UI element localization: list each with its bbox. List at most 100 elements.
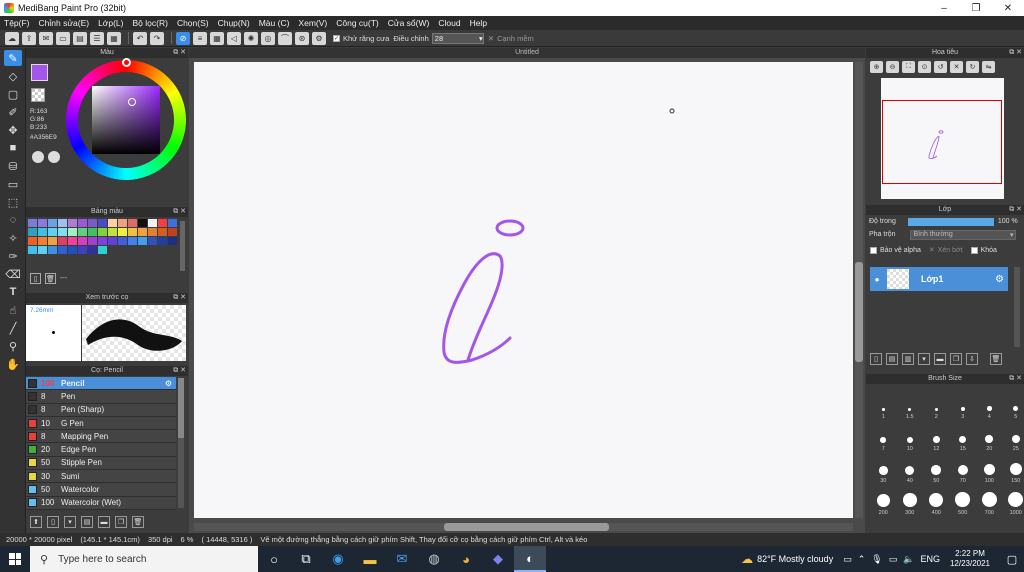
add-layer-menu-icon[interactable]: ▾ [918,353,930,365]
clipping-toggle[interactable]: ✕ Xén bớt [929,246,963,255]
flip-icon[interactable]: ⇋ [982,61,995,73]
rotate-left-icon[interactable]: ↺ [934,61,947,73]
merge-layer-icon[interactable]: ⇩ [966,353,978,365]
palette-swatch[interactable] [38,246,47,254]
layer-row[interactable]: ● Lớp1 ⚙ [870,267,1008,291]
navigator-preview[interactable] [881,78,1004,199]
eraser-tool-icon[interactable]: ◇ [4,68,22,84]
color-history-icon[interactable] [48,151,60,163]
brush-row[interactable]: 100 Watercolor (Wet) [26,496,176,510]
brush-size-option[interactable]: 2 [923,388,950,420]
camera-icon[interactable]: ◍ [418,546,450,572]
gear-icon[interactable]: ⚙ [995,274,1004,285]
antialias-toggle[interactable]: ✓ Khử răng cưa [333,34,389,43]
minimize-button[interactable]: – [928,0,960,16]
delete-palette-icon[interactable]: 🗑 [45,273,56,284]
palette-swatch[interactable] [138,228,147,236]
chrome-icon[interactable]: ◕ [450,546,482,572]
gradient-tool-icon[interactable]: ▭ [4,176,22,192]
brush-row[interactable]: 50 Watercolor [26,483,176,497]
palette-swatch[interactable] [28,219,37,227]
redo-icon[interactable]: ↷ [150,31,164,45]
menu-edit[interactable]: Chỉnh sửa(E) [39,18,90,28]
snap-cross-icon[interactable]: ▦ [210,31,224,45]
file-explorer-icon[interactable]: ▬ [354,546,386,572]
viewport-frame[interactable] [882,100,1002,184]
palette-swatch[interactable] [38,237,47,245]
brush-row[interactable]: 8 Mapping Pen [26,430,176,444]
teams-icon[interactable]: ◆ [482,546,514,572]
new-halftone-layer-icon[interactable]: ▤ [886,353,898,365]
brush-size-option[interactable]: 1 [870,388,897,420]
brush-size-option[interactable]: 20 [976,420,1003,452]
hue-marker[interactable] [122,58,131,67]
menu-filter[interactable]: Bộ lọc(R) [133,18,168,28]
new-layer-icon[interactable]: ▯ [870,353,882,365]
menu-layer[interactable]: Lớp(L) [98,18,123,28]
brush-size-option[interactable]: 100 [976,452,1003,484]
eyedropper-icon[interactable]: ⚲ [4,338,22,354]
text-tool-icon[interactable]: T [4,284,22,300]
scroll-thumb[interactable] [855,262,863,362]
primary-color-swatch[interactable] [31,64,48,81]
palette-swatch[interactable] [88,219,97,227]
mail-icon[interactable]: ✉ [386,546,418,572]
notification-icon[interactable]: ▢ [1000,553,1024,566]
palette-swatch[interactable] [38,228,47,236]
fit-icon[interactable]: ⛶ [902,61,915,73]
palette-swatch[interactable] [108,228,117,236]
taskbar-search[interactable]: ⚲ Type here to search [30,546,258,572]
actual-size-icon[interactable]: ⊙ [918,61,931,73]
menu-cloud[interactable]: Cloud [438,18,460,28]
magic-wand-icon[interactable]: ✧ [4,230,22,246]
saturation-value-square[interactable] [92,86,160,154]
palette-swatch[interactable] [38,219,47,227]
palette-swatch[interactable] [138,237,147,245]
brush-size-option[interactable]: 150 [1003,452,1024,484]
snap-off-icon[interactable]: ⊘ [176,31,190,45]
protect-alpha-toggle[interactable]: Bảo vệ alpha [870,246,921,254]
comment-icon[interactable]: ✉ [39,31,53,45]
brush-size-option[interactable]: 4 [976,388,1003,420]
brush-size-option[interactable]: 12 [923,420,950,452]
panel-controls[interactable]: ⧉ ✕ [1009,48,1022,58]
delete-brush-icon[interactable]: 🗑 [132,516,144,528]
soften-toggle[interactable]: ✕ Cạnh mềm [488,34,534,43]
dot-tool-icon[interactable]: ✐ [4,104,22,120]
select-eraser-icon[interactable]: ⌫ [4,266,22,282]
palette-swatch[interactable] [58,219,67,227]
brush-row[interactable]: 100 Pencil ⚙ [26,377,176,391]
palette-swatch[interactable] [128,237,137,245]
chat-icon[interactable]: ▭ [56,31,70,45]
brush-row[interactable]: 20 Edge Pen [26,443,176,457]
new-8bit-layer-icon[interactable]: ▥ [902,353,914,365]
palette-swatch[interactable] [158,228,167,236]
brush-size-option[interactable]: 1000 [1003,484,1024,516]
vertical-scrollbar[interactable] [855,62,863,518]
menu-color[interactable]: Màu (C) [259,18,290,28]
palette-swatch[interactable] [98,219,107,227]
folder-icon[interactable]: ▬ [934,353,946,365]
snap-vanish-icon[interactable]: ◁ [227,31,241,45]
cloud-brush-icon[interactable]: ⬆ [30,516,42,528]
divide-tool-icon[interactable]: ╱ [4,320,22,336]
clock[interactable]: 2:22 PM 12/23/2021 [950,549,990,569]
brush-size-option[interactable]: 700 [976,484,1003,516]
scroll-thumb[interactable] [444,523,609,531]
page-icon[interactable]: ▤ [73,31,87,45]
sv-marker[interactable] [128,98,136,106]
palette-swatch[interactable] [158,219,167,227]
settings-icon[interactable]: ⚙ [312,31,326,45]
visibility-icon[interactable]: ● [870,275,884,284]
adjust-select[interactable]: 28 ▾ [431,32,484,44]
palette-swatch[interactable] [58,228,67,236]
brush-size-option[interactable]: 50 [923,452,950,484]
close-button[interactable]: ✕ [992,0,1024,16]
snap-parallel-icon[interactable]: ≡ [193,31,207,45]
palette-swatch[interactable] [168,237,177,245]
zoom-out-icon[interactable]: ⊖ [886,61,899,73]
duplicate-icon[interactable]: ❐ [115,516,127,528]
language-indicator[interactable]: ENG [920,554,940,564]
snap-radial-icon[interactable]: ✺ [244,31,258,45]
reset-view-icon[interactable]: ✕ [950,61,963,73]
